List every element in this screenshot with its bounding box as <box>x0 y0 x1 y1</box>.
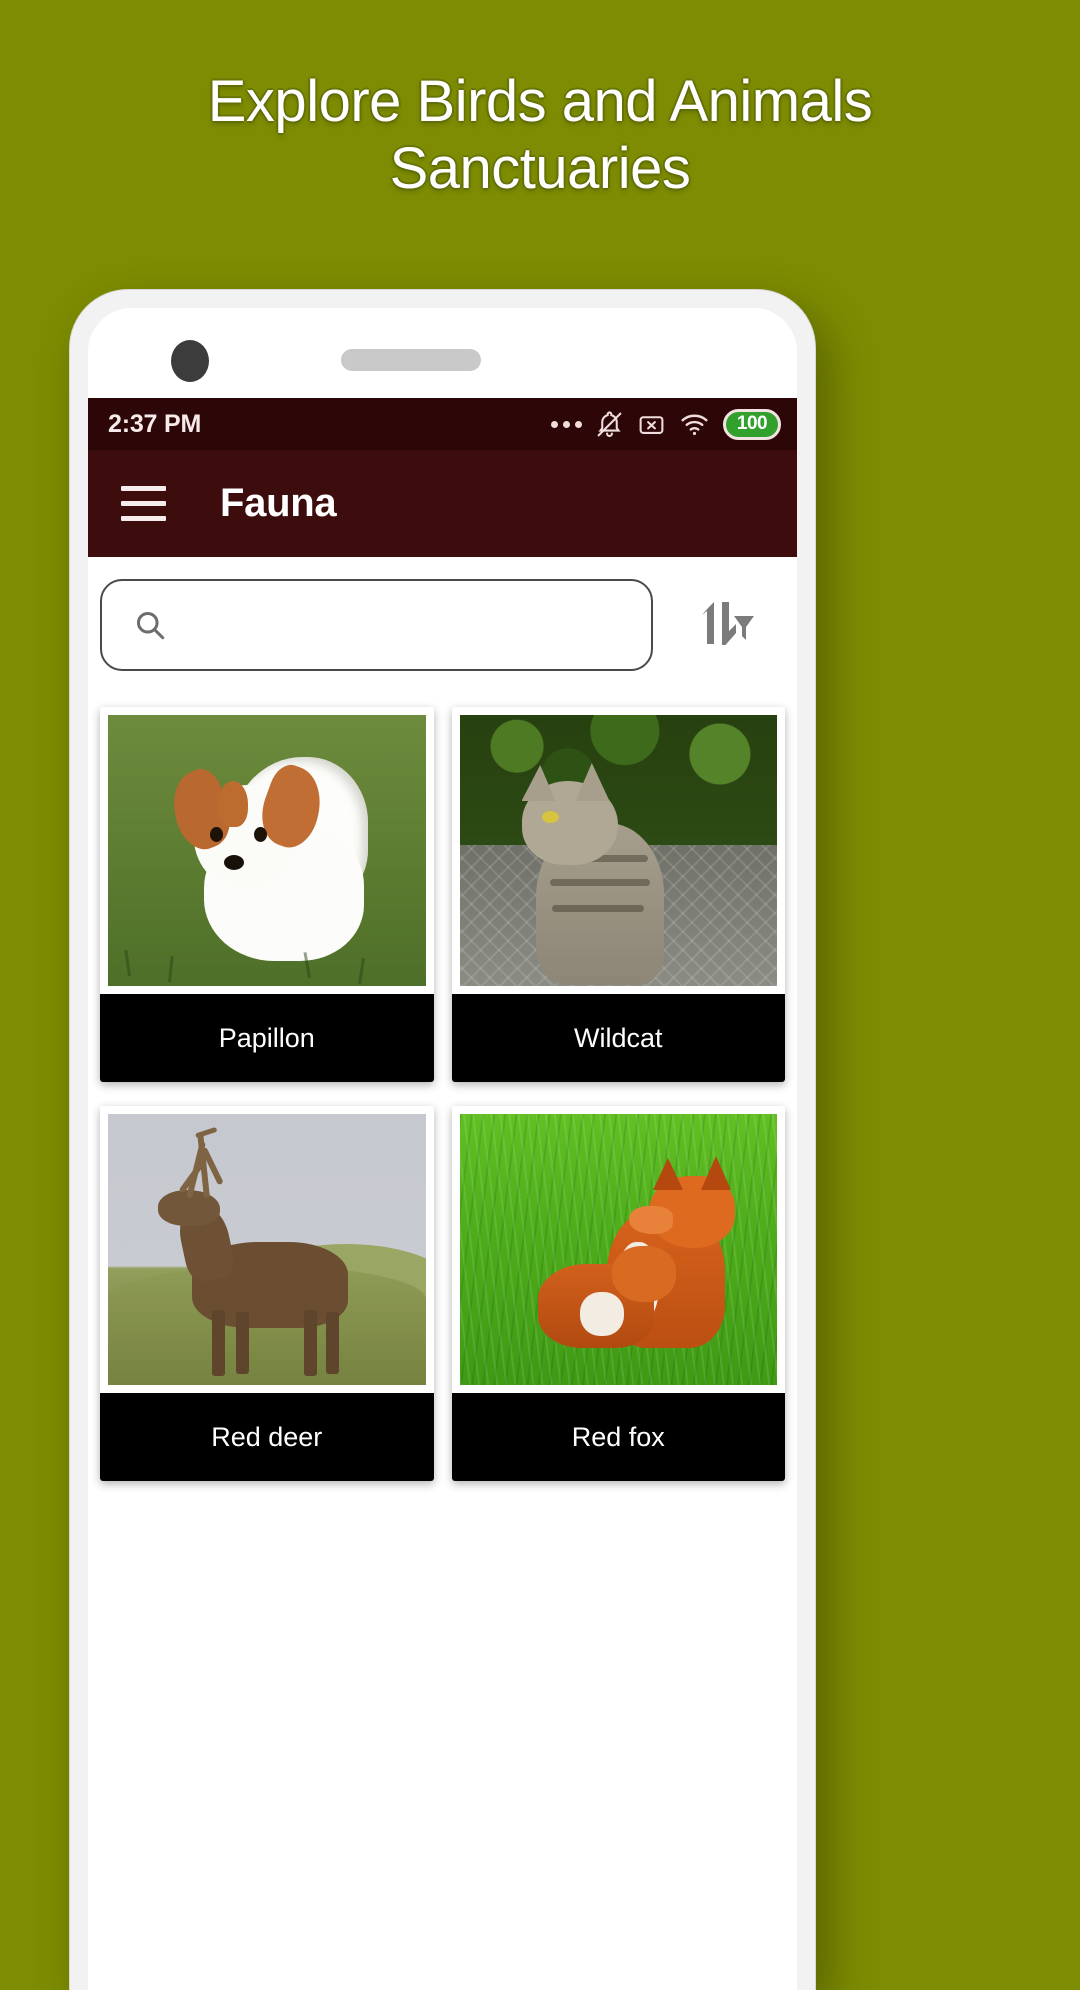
wifi-icon <box>679 410 710 439</box>
search-row <box>88 557 797 693</box>
animal-name: Red fox <box>451 1393 785 1481</box>
phone-screen: 2:37 PM 100 Fauna Papillon Wildcat Red d… <box>88 308 797 1990</box>
red-deer-photo <box>108 1114 426 1385</box>
animal-card-grid: Papillon Wildcat Red deer Red fox <box>88 693 797 1481</box>
hamburger-menu-icon[interactable] <box>121 486 166 521</box>
animal-card[interactable]: Papillon <box>100 707 434 1082</box>
screen-bottom-edge <box>88 1964 797 1990</box>
search-input[interactable] <box>182 609 612 641</box>
more-dots-icon <box>551 420 582 428</box>
phone-mockup: 2:37 PM 100 Fauna Papillon Wildcat Red d… <box>70 290 815 1990</box>
red-fox-photo <box>459 1114 777 1385</box>
earpiece-speaker <box>341 349 481 371</box>
papillon-photo <box>108 715 426 986</box>
page-title: Fauna <box>220 481 337 525</box>
animal-card[interactable]: Red deer <box>100 1106 434 1481</box>
search-field[interactable] <box>100 579 653 671</box>
animal-card[interactable]: Red fox <box>451 1106 785 1481</box>
notifications-off-icon <box>595 410 624 439</box>
status-bar: 2:37 PM 100 <box>88 398 797 450</box>
animal-name: Wildcat <box>451 994 785 1082</box>
wildcat-photo <box>459 715 777 986</box>
battery-indicator: 100 <box>723 408 781 440</box>
animal-name: Papillon <box>100 994 434 1082</box>
status-time: 2:37 PM <box>108 409 202 438</box>
animal-card[interactable]: Wildcat <box>451 707 785 1082</box>
search-icon <box>132 607 168 643</box>
status-icon-group: 100 <box>551 408 781 440</box>
promo-headline: Explore Birds and Animals Sanctuaries <box>207 69 873 202</box>
app-bar: Fauna <box>88 450 797 557</box>
sort-filter-icon[interactable] <box>683 583 767 667</box>
phone-top-bezel <box>88 308 797 398</box>
animal-name: Red deer <box>100 1393 434 1481</box>
sim-disabled-icon <box>637 410 666 439</box>
front-camera-icon <box>171 340 209 382</box>
